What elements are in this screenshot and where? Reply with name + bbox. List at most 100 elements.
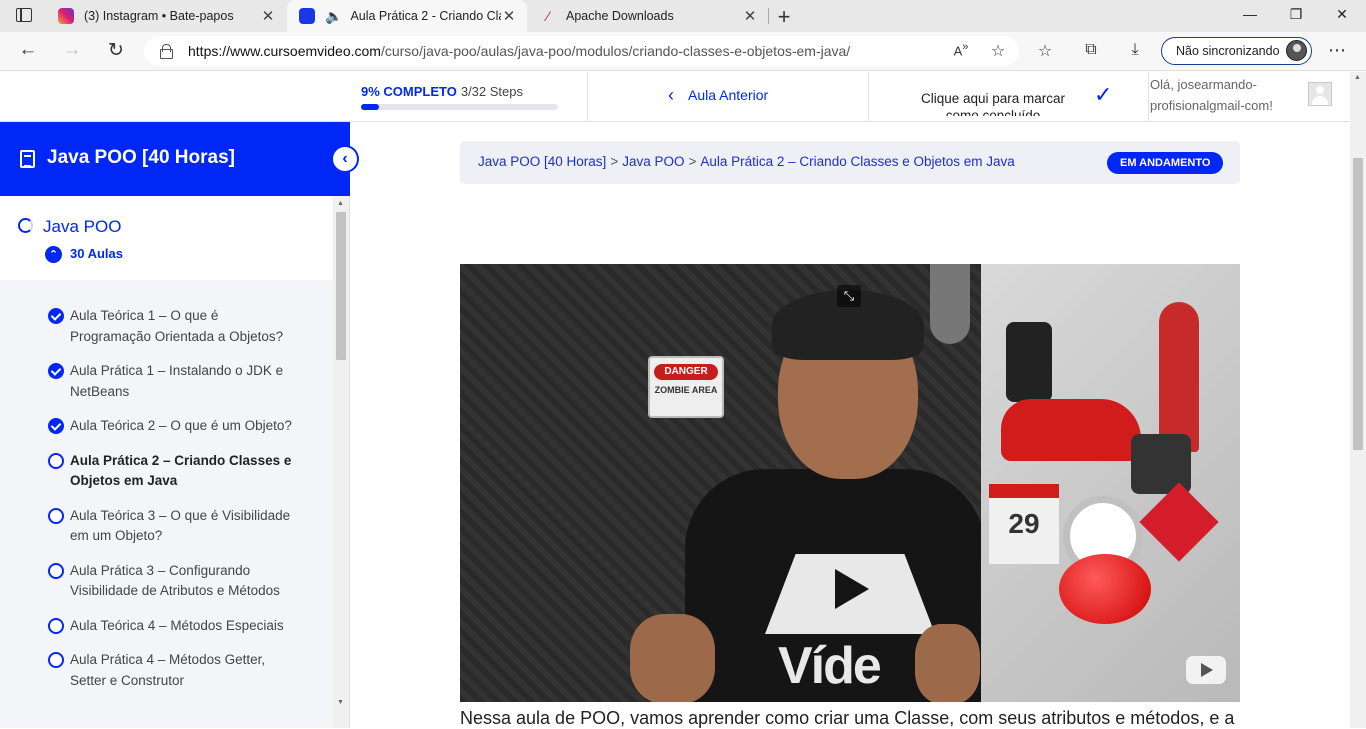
lesson-title[interactable]: Aula Prática 4 – Métodos Getter, Setter … [70, 652, 265, 688]
course-sidebar: Java POO [40 Horas] ‹ Java POO ⌃ 30 Aula… [0, 122, 357, 728]
breadcrumb-section[interactable]: Java POO [622, 154, 684, 169]
sign-title: DANGER [654, 364, 718, 380]
calendar-image: 29 [989, 484, 1059, 564]
read-aloud-icon[interactable]: A» [950, 41, 972, 58]
lesson-item[interactable]: Aula Prática 1 – Instalando o JDK e NetB… [0, 361, 332, 402]
divider [1148, 72, 1149, 122]
browser-tab-bar: (3) Instagram • Bate-papos ✕ 🔈 Aula Prát… [0, 0, 1366, 32]
incomplete-circle-icon [48, 617, 64, 634]
divider [587, 72, 588, 122]
scroll-down-arrow-icon[interactable]: ▼ [337, 699, 344, 706]
lesson-title[interactable]: Aula Prática 3 – Configurando Visibilida… [70, 563, 280, 599]
tab-aula-pratica[interactable]: 🔈 Aula Prática 2 - Criando Classes e Obj… [287, 0, 527, 32]
scroll-up-arrow-icon[interactable]: ▲ [337, 200, 344, 207]
lock-icon[interactable] [160, 44, 173, 59]
completed-check-icon [48, 363, 64, 379]
incomplete-circle-icon [48, 452, 64, 469]
lessons-count-toggle[interactable]: 30 Aulas [70, 246, 123, 261]
downloads-icon[interactable]: ⤓ [1124, 41, 1146, 59]
lesson-item[interactable]: Aula Prática 3 – Configurando Visibilida… [0, 561, 332, 602]
lesson-title[interactable]: Aula Teórica 1 – O que é Programação Ori… [70, 308, 283, 344]
incomplete-circle-icon [48, 652, 64, 668]
lesson-title[interactable]: Aula Teórica 3 – O que é Visibilidade em… [70, 508, 290, 544]
lesson-item[interactable]: Aula Prática 4 – Métodos Getter, Setter … [0, 650, 332, 691]
more-options-icon[interactable]: ⋯ [1328, 40, 1346, 61]
sign-text: ZOMBIE AREA [654, 385, 718, 395]
lesson-list: Aula Teórica 1 – O que é Programação Ori… [0, 306, 332, 705]
lesson-video[interactable]: DANGER ZOMBIE AREA Víde 29 ⤡ [460, 264, 1240, 702]
red-button-image [1059, 554, 1151, 624]
incomplete-circle-icon [48, 507, 64, 524]
lesson-title[interactable]: Aula Prática 1 – Instalando o JDK e NetB… [70, 363, 283, 399]
lesson-item-current[interactable]: Aula Prática 2 – Criando Classes e Objet… [0, 451, 332, 492]
breadcrumb-course[interactable]: Java POO [40 Horas] [478, 154, 606, 169]
youtube-icon [299, 8, 315, 24]
tab-apache[interactable]: ⁄ Apache Downloads ✕ [528, 0, 768, 32]
collapse-sidebar-button[interactable]: ‹ [333, 147, 357, 171]
course-topbar: 9% COMPLETO 3/32 Steps ‹ Aula Anterior Cl… [0, 72, 1350, 122]
shirt-text: Víde [778, 637, 882, 695]
speaker-icon[interactable]: 🔈 [325, 8, 342, 25]
lesson-item[interactable]: Aula Teórica 3 – O que é Visibilidade em… [0, 506, 332, 547]
youtube-icon[interactable] [1186, 656, 1226, 684]
section-java-poo[interactable]: Java POO ⌃ 30 Aulas [0, 196, 332, 280]
scrollbar-thumb[interactable] [1353, 158, 1363, 450]
price-tag-image [1139, 482, 1219, 562]
objects-collage: 29 [981, 264, 1240, 702]
progress-steps: 3/32 Steps [460, 84, 523, 99]
course-title[interactable]: Java POO [40 Horas] [47, 147, 235, 169]
tab-instagram[interactable]: (3) Instagram • Bate-papos ✕ [46, 0, 286, 32]
maximize-button[interactable]: ❐ [1286, 6, 1306, 23]
mark-complete-button[interactable]: Clique aqui para marcar como concluído [918, 90, 1068, 116]
close-window-button[interactable]: ✕ [1332, 6, 1352, 23]
user-avatar[interactable] [1308, 82, 1332, 106]
scrollbar-thumb[interactable] [336, 212, 346, 360]
url-text[interactable]: https://www.cursoemvideo.com/curso/java-… [188, 43, 850, 59]
minimize-button[interactable]: — [1240, 6, 1260, 22]
lesson-title[interactable]: Aula Teórica 2 – O que é um Objeto? [70, 418, 292, 433]
scroll-up-arrow-icon[interactable]: ▲ [1354, 74, 1361, 81]
add-favorite-icon[interactable]: ☆ [987, 41, 1009, 61]
lesson-item[interactable]: Aula Teórica 2 – O que é um Objeto? [0, 416, 332, 437]
progress-bar-fill [361, 104, 379, 110]
forward-button[interactable]: → [59, 39, 85, 61]
address-bar-row: ← → ↻ https://www.cursoemvideo.com/curso… [0, 32, 1366, 71]
divider [868, 72, 869, 122]
checkmark-icon[interactable]: ✓ [1094, 82, 1112, 108]
exit-fullscreen-icon[interactable]: ⤡ [837, 285, 861, 307]
chevron-up-icon[interactable]: ⌃ [45, 246, 62, 263]
play-icon [835, 569, 869, 609]
collections-icon[interactable]: ⧉ [1080, 41, 1102, 59]
back-button[interactable]: ← [15, 39, 41, 61]
lesson-title[interactable]: Aula Prática 2 – Criando Classes e Objet… [70, 453, 291, 489]
progress-ring-icon [18, 218, 33, 233]
section-title[interactable]: Java POO [43, 217, 121, 237]
lesson-item[interactable]: Aula Teórica 1 – O que é Programação Ori… [0, 306, 332, 347]
car-image [1001, 399, 1141, 461]
tab-actions-icon[interactable] [16, 8, 32, 22]
lesson-title[interactable]: Aula Teórica 4 – Métodos Especiais [70, 618, 284, 633]
danger-sign: DANGER ZOMBIE AREA [648, 356, 724, 418]
previous-lesson-label: Aula Anterior [688, 87, 769, 103]
page-scrollbar[interactable]: ▲ [1350, 72, 1366, 728]
reload-button[interactable]: ↻ [103, 39, 129, 62]
presenter-hand [630, 614, 715, 702]
course-progress: 9% COMPLETO 3/32 Steps [361, 83, 558, 110]
breadcrumb-lesson[interactable]: Aula Prática 2 – Criando Classes e Objet… [700, 154, 1014, 169]
favorites-icon[interactable]: ☆ [1034, 41, 1056, 61]
new-tab-button[interactable]: + [772, 4, 796, 30]
person-image [1159, 302, 1199, 452]
address-field[interactable]: https://www.cursoemvideo.com/curso/java-… [144, 36, 1019, 66]
profile-sync-button[interactable]: Não sincronizando [1161, 37, 1312, 65]
close-tab-icon[interactable]: ✕ [260, 7, 276, 25]
close-tab-icon[interactable]: ✕ [501, 7, 517, 25]
previous-lesson-link[interactable]: ‹ Aula Anterior [668, 85, 769, 105]
phone-image [1006, 322, 1052, 402]
close-tab-icon[interactable]: ✕ [742, 7, 758, 25]
chevron-left-icon: ‹ [668, 85, 674, 105]
incomplete-circle-icon [48, 562, 64, 579]
sidebar-scrollbar[interactable]: ▲ ▼ [333, 196, 349, 728]
lesson-item[interactable]: Aula Teórica 4 – Métodos Especiais [0, 616, 332, 637]
lesson-intro-text: Nessa aula de POO, vamos aprender como c… [460, 708, 1235, 728]
video-studio-scene: DANGER ZOMBIE AREA Víde [460, 264, 985, 702]
